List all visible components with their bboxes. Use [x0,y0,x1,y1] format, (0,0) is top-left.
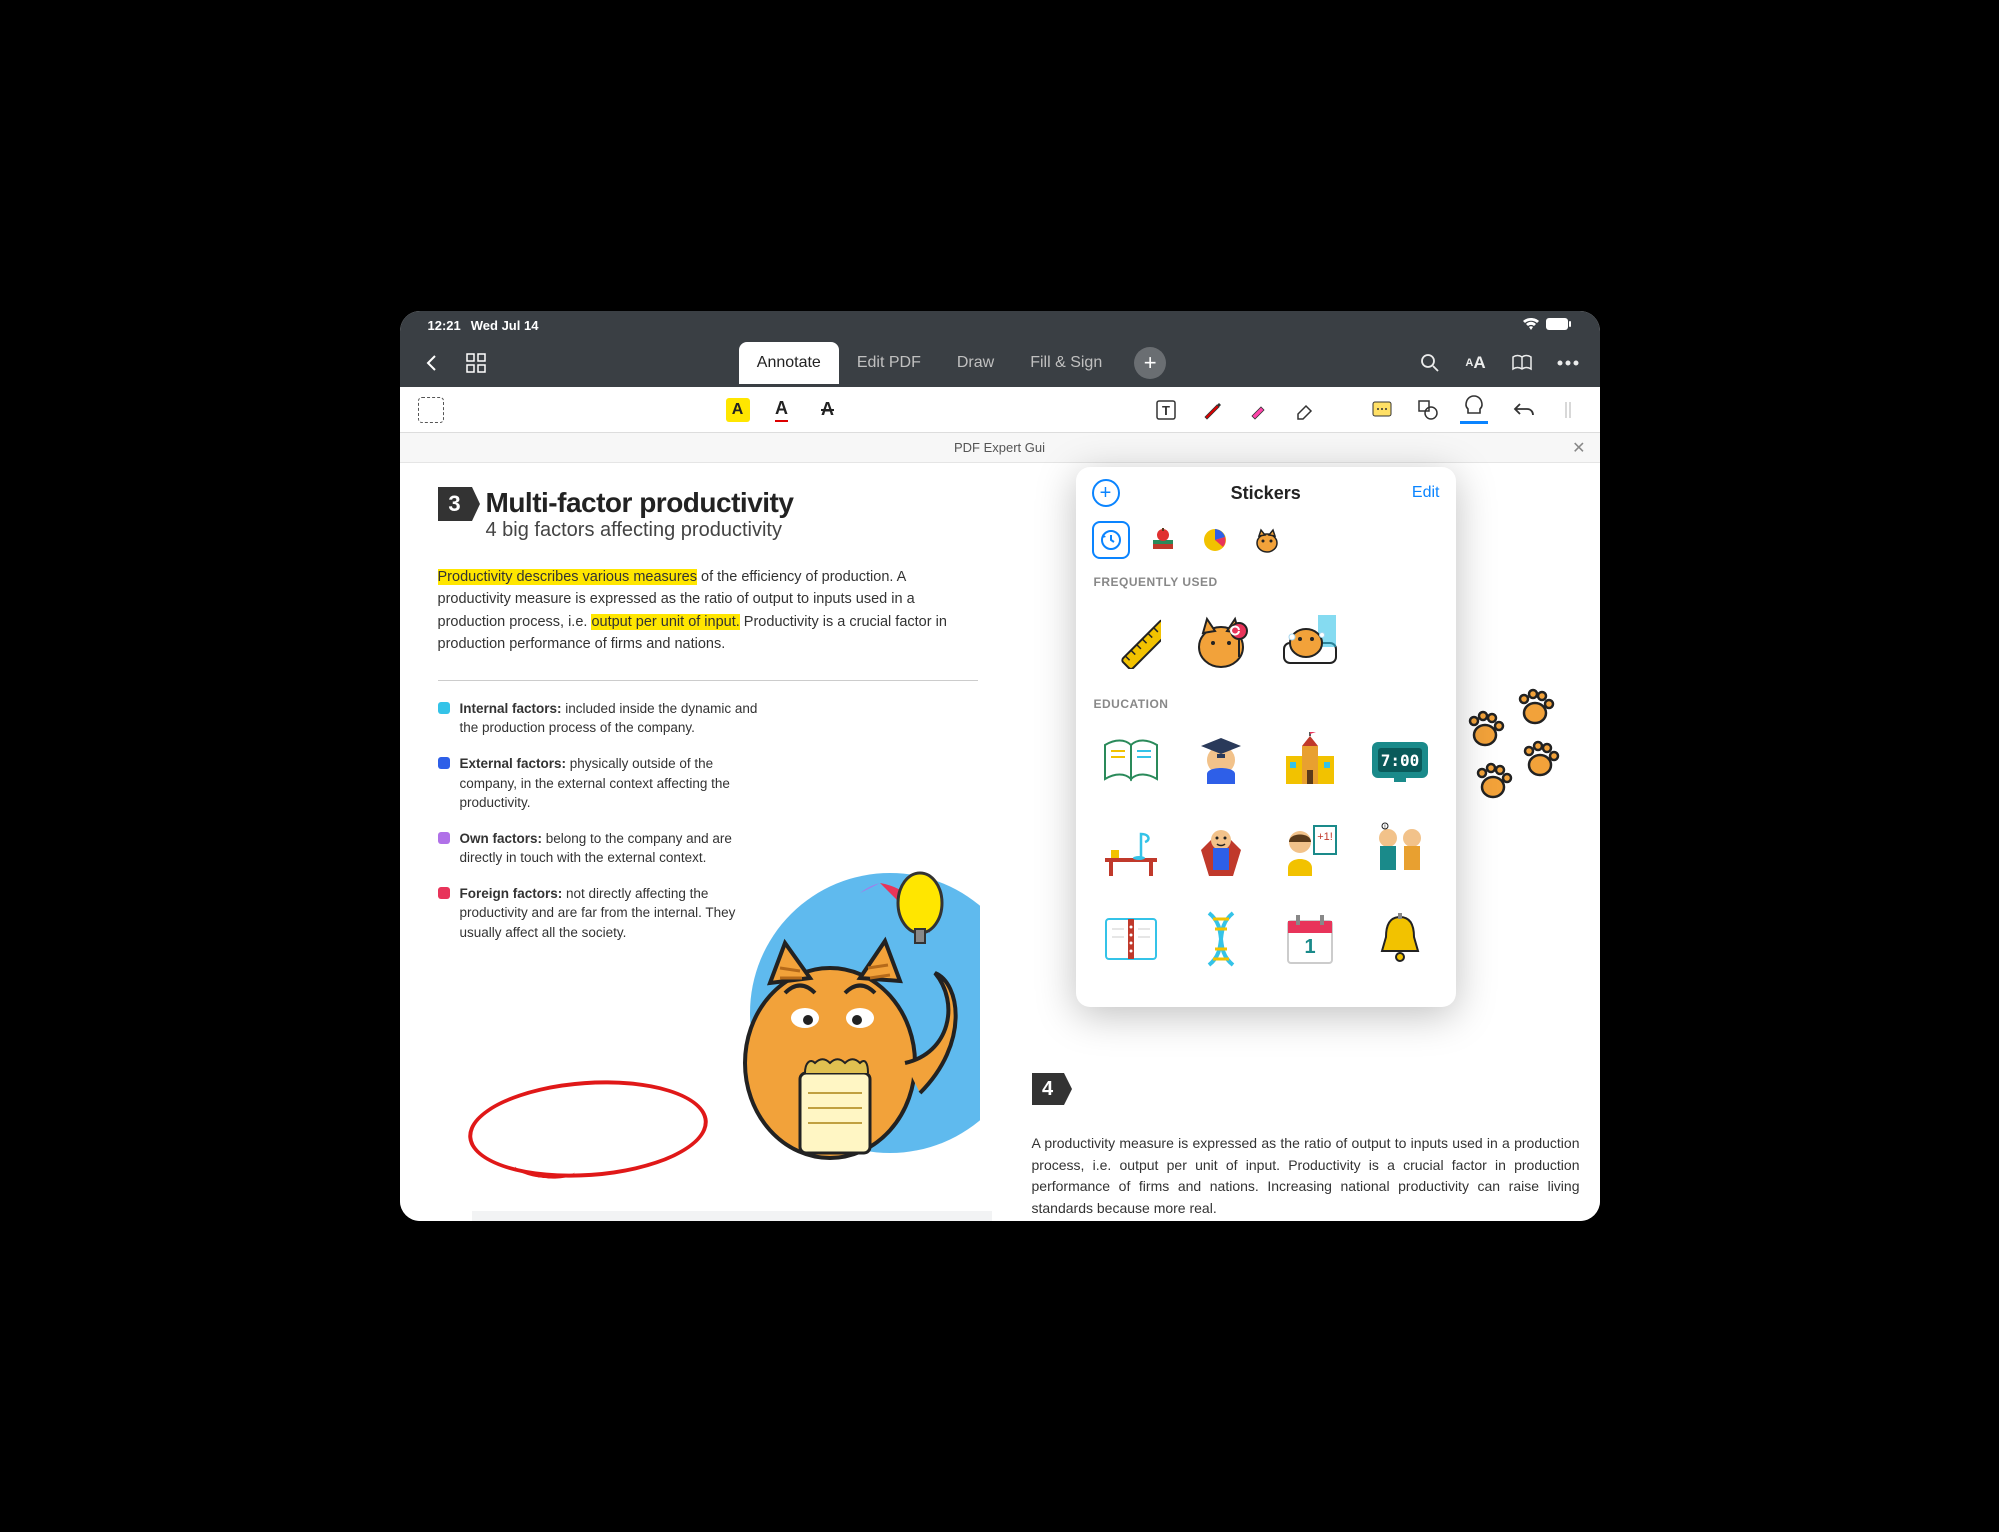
stamp-tool[interactable] [1460,396,1488,424]
strikethrough-tool[interactable]: A [814,396,842,424]
education-grid: 7:00 +1! ! 1 [1076,721,1456,994]
back-button[interactable] [420,351,444,375]
svg-text:T: T [1162,403,1170,418]
eraser-tool[interactable] [1290,396,1318,424]
pen-tool[interactable] [1198,396,1226,424]
section-frequently-used: FREQUENTLY USED [1076,571,1456,599]
add-tab-button[interactable]: + [1134,347,1166,379]
intro-paragraph: Productivity describes various measures … [438,566,978,656]
edit-stickers-button[interactable]: Edit [1412,484,1440,502]
category-recent[interactable] [1092,521,1130,559]
productivity-bar-chart: 100%72%34%12% [1032,1111,1586,1221]
redo-button[interactable] [1554,396,1582,424]
sticker-students[interactable]: ! [1360,810,1440,890]
sticker-calendar[interactable]: 1 [1271,900,1351,980]
text-size-button[interactable]: AA [1464,351,1488,375]
reader-view-button[interactable] [1510,351,1534,375]
divider [438,680,978,681]
status-date: Wed Jul 14 [471,318,539,333]
sticker-graduate[interactable] [1181,721,1261,801]
highlight-tool[interactable]: A [726,398,750,422]
annotation-toolbar: A A A T [400,387,1600,433]
section-education: EDUCATION [1076,693,1456,721]
svg-text:+1!: +1! [1317,831,1333,843]
section-number-badge: 3 [438,487,472,521]
bullet-icon [438,887,450,899]
page-subtitle: 4 big factors affecting productivity [486,519,794,542]
highlight-2: output per unit of input. [591,614,739,630]
stickers-popover: + Stickers Edit FREQUENTLY USED [1076,467,1456,1007]
text-box-tool[interactable]: T [1152,396,1180,424]
sticker-bell[interactable] [1360,900,1440,980]
wifi-icon [1522,317,1540,334]
mode-tabs: Annotate Edit PDF Draw Fill & Sign + [500,342,1406,384]
list-item: Internal factors: included inside the dy… [438,699,758,738]
tab-edit-pdf[interactable]: Edit PDF [839,342,939,384]
sticker-teacher[interactable]: +1! [1271,810,1351,890]
marker-tool[interactable] [1244,396,1272,424]
sticker-superhero[interactable] [1181,810,1261,890]
category-cats[interactable] [1248,521,1286,559]
popover-title: Stickers [1120,483,1412,504]
note-tool[interactable] [1368,396,1396,424]
document-title-bar: PDF Expert Gui ✕ [400,433,1600,463]
bullet-icon [438,757,450,769]
bullet-icon [438,702,450,714]
document-title: PDF Expert Gui [954,440,1045,455]
page-title: Multi-factor productivity [486,487,794,519]
close-doc-button[interactable]: ✕ [1572,438,1585,458]
sticker-ruler[interactable] [1092,599,1172,679]
oval-annotation[interactable] [464,1073,710,1186]
footnote-box: In any case, all the internal factors ar… [472,1211,992,1221]
svg-text:1: 1 [1305,936,1316,958]
tab-draw[interactable]: Draw [939,342,1012,384]
tab-fill-sign[interactable]: Fill & Sign [1012,342,1120,384]
battery-icon [1546,317,1572,334]
text-markup-group: A A A [726,396,842,424]
more-button[interactable] [1556,351,1580,375]
sticker-cat-bath[interactable] [1271,599,1351,679]
sticker-open-book[interactable] [1092,721,1172,801]
sticker-alarm-clock[interactable]: 7:00 [1360,721,1440,801]
section-number-badge: 4 [1032,1073,1064,1105]
status-bar: 12:21 Wed Jul 14 [400,311,1600,339]
undo-button[interactable] [1510,396,1538,424]
sticker-desk[interactable] [1092,810,1172,890]
sticker-school[interactable] [1271,721,1351,801]
insert-tools-group [1368,396,1488,424]
shape-tool[interactable] [1414,396,1442,424]
bullet-icon [438,832,450,844]
cat-sticker[interactable] [710,863,980,1193]
selection-tool[interactable] [418,397,444,423]
grid-view-button[interactable] [464,351,488,375]
category-education[interactable] [1144,521,1182,559]
sticker-cat-lollipop[interactable] [1181,599,1261,679]
add-sticker-pack-button[interactable]: + [1092,479,1120,507]
draw-tools-group: T [1152,396,1318,424]
main-toolbar: Annotate Edit PDF Draw Fill & Sign + AA [400,339,1600,387]
underline-tool[interactable]: A [768,396,796,424]
highlight-1: Productivity describes various measures [438,569,698,585]
sticker-dna[interactable] [1181,900,1261,980]
tab-annotate[interactable]: Annotate [739,342,839,384]
list-item: Own factors: belong to the company and a… [438,829,758,868]
list-item: External factors: physically outside of … [438,754,758,813]
sticker-category-tabs [1076,515,1456,571]
svg-text:7:00: 7:00 [1380,751,1419,770]
sticker-notebook[interactable] [1092,900,1172,980]
category-business[interactable] [1196,521,1234,559]
status-time: 12:21 [428,318,461,333]
search-button[interactable] [1418,351,1442,375]
frequently-used-grid [1076,599,1456,693]
